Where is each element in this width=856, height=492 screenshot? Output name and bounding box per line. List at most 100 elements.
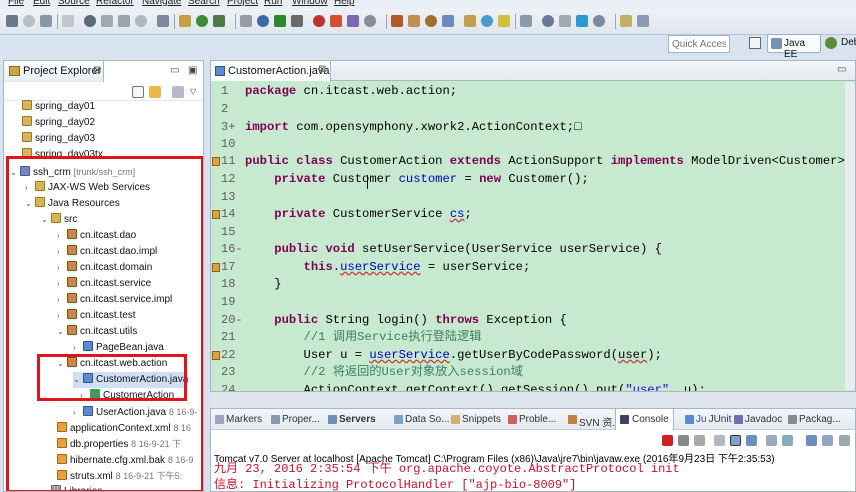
remove-launch-icon[interactable] [678, 435, 689, 446]
build-icon[interactable] [425, 15, 437, 27]
perspective-debug-button[interactable]: Deb [825, 37, 856, 49]
print-icon[interactable] [62, 15, 74, 27]
maximize-icon[interactable]: ▣ [188, 65, 197, 76]
minimize-icon[interactable]: ▭ [837, 64, 846, 75]
editor-vertical-scrollbar[interactable] [845, 82, 855, 390]
menu-search[interactable]: Search [188, 0, 220, 7]
team-icon[interactable] [442, 15, 454, 27]
tab-markers[interactable]: Markers [215, 414, 262, 425]
warning-marker-icon[interactable] [212, 157, 220, 166]
remove-all-icon[interactable] [694, 435, 705, 446]
pen-icon[interactable] [481, 15, 493, 27]
tab-junit[interactable]: Ju JUnit [685, 414, 731, 425]
tab-packag[interactable]: Packag... [788, 414, 841, 425]
tab-proper[interactable]: Proper... [271, 414, 320, 425]
debug-toggle-icon[interactable] [542, 15, 554, 27]
link-editor-icon[interactable] [149, 86, 161, 98]
stop-icon[interactable] [313, 15, 325, 27]
next-annotation-icon[interactable] [593, 15, 605, 27]
collapse-all-icon[interactable] [132, 86, 144, 98]
code-token: //1 调用Service执行登陆逻辑 [303, 330, 482, 344]
warning-marker-icon[interactable] [212, 351, 220, 360]
close-icon[interactable]: ⊠ [93, 65, 101, 76]
tab-project-explorer[interactable]: Project Explorer ⊠ [4, 61, 104, 82]
open-console-icon[interactable] [822, 435, 833, 446]
menu-edit[interactable]: Edit [33, 0, 50, 7]
step-return-icon[interactable] [157, 15, 169, 27]
external-tools-icon[interactable] [291, 15, 303, 27]
step-into-icon[interactable] [118, 15, 130, 27]
step-over-icon[interactable] [135, 15, 147, 27]
perspective-javaee-button[interactable]: Java EE [767, 34, 821, 60]
tab-data-so[interactable]: Data So... [394, 414, 449, 425]
save-all-icon[interactable] [40, 15, 52, 27]
menu-run[interactable]: Run [264, 0, 282, 7]
menu-project[interactable]: Project [227, 0, 258, 7]
warning-marker-icon[interactable] [212, 210, 220, 219]
run-icon[interactable] [213, 15, 225, 27]
history-icon[interactable] [408, 15, 420, 27]
terminate-icon[interactable] [662, 435, 673, 446]
tasks-icon[interactable] [240, 15, 252, 27]
clear-console-icon[interactable] [714, 435, 725, 446]
menu-refactor[interactable]: Refactor [96, 0, 134, 7]
tree-item[interactable]: spring_day03 [22, 131, 95, 147]
tab-servers[interactable]: Servers [328, 414, 376, 425]
view-tab-icon [685, 415, 694, 424]
close-icon[interactable]: ⊠ [318, 64, 326, 75]
code-token: ActionContext.getContext().getSession().… [245, 383, 626, 392]
open-type-icon[interactable] [364, 15, 376, 27]
new-java-icon[interactable] [257, 15, 269, 27]
code-text: public void setUserService(UserService u… [245, 241, 662, 258]
package-explorer-icon[interactable] [179, 15, 191, 27]
minimize-icon[interactable]: ▭ [170, 65, 179, 76]
tree-item[interactable]: spring_day02 [22, 115, 95, 131]
code-text: ActionContext.getContext().getSession().… [245, 382, 706, 392]
search-icon[interactable] [391, 15, 403, 27]
previous-annotation-icon[interactable] [620, 15, 632, 27]
highlight-icon[interactable] [498, 15, 510, 27]
tree-item[interactable]: spring_day01 [22, 99, 95, 115]
console-minimize-icon[interactable] [839, 435, 850, 446]
new-icon[interactable] [6, 15, 18, 27]
code-line: 15 [211, 224, 855, 241]
block-icon[interactable] [559, 15, 571, 27]
back-icon[interactable] [637, 15, 649, 27]
view-menu-icon[interactable]: ▽ [190, 87, 198, 96]
tab-snippets[interactable]: Snippets [451, 414, 501, 425]
debug-run-icon[interactable] [84, 15, 96, 27]
server-icon[interactable] [196, 15, 208, 27]
tab-console[interactable]: Console [615, 409, 674, 430]
menu-file[interactable]: File [8, 0, 24, 7]
save-icon[interactable] [23, 15, 35, 27]
menu-source[interactable]: Source [58, 0, 90, 7]
display-console-icon[interactable] [806, 435, 817, 446]
filter-icon[interactable] [172, 86, 184, 98]
deploy-icon[interactable] [330, 15, 342, 27]
new-class-icon[interactable] [347, 15, 359, 27]
menu-help[interactable]: Help [334, 0, 355, 7]
console-toolbar [211, 431, 855, 449]
tab-javadoc[interactable]: Javadoc [734, 414, 782, 425]
menu-window[interactable]: Window [292, 0, 328, 7]
pin-console-icon[interactable] [782, 435, 793, 446]
code-line: 19 [211, 294, 855, 311]
console-output-line: 信息: Initializing ProtocolHandler ["ajp-b… [214, 478, 577, 492]
step-icon[interactable] [101, 15, 113, 27]
quick-access-input[interactable] [668, 35, 730, 53]
run-launch-icon[interactable] [274, 15, 286, 27]
open-perspective-icon[interactable] [749, 37, 761, 49]
tab-customeraction-java[interactable]: CustomerAction.java ⊠ [211, 61, 331, 81]
warning-marker-icon[interactable] [212, 263, 220, 272]
scroll-lock-icon[interactable] [730, 435, 741, 446]
web-icon[interactable] [576, 15, 588, 27]
tab-svn[interactable]: SVN 资... [568, 414, 621, 429]
show-stderr-icon[interactable] [766, 435, 777, 446]
code-area[interactable]: 1 package cn.itcast.web.action; 2 3+ import … [211, 82, 855, 392]
menu-navigate[interactable]: Navigate [142, 0, 181, 7]
show-stdout-icon[interactable] [746, 435, 757, 446]
annotation-icon[interactable] [464, 15, 476, 27]
tab-proble[interactable]: Proble... [508, 414, 556, 425]
toggle-icon[interactable] [520, 15, 532, 27]
editor-horizontal-scrollbar[interactable] [210, 392, 856, 408]
